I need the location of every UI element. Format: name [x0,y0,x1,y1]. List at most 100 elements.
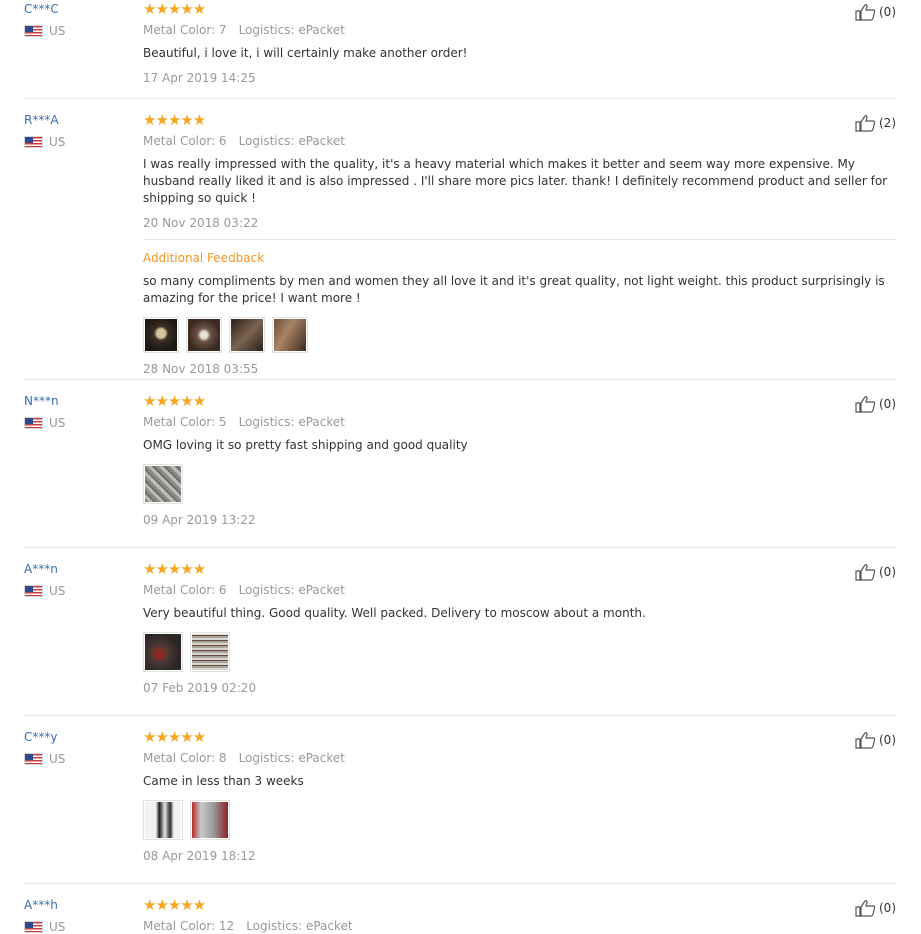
review-item: A***h US ★★★★★ Metal Color: 12 Logistics:… [24,883,896,934]
thumbs-up-icon [855,115,876,132]
star-rating: ★★★★★ [143,896,206,914]
helpful-button[interactable]: (0) [855,395,896,413]
country-label: US [49,584,66,598]
review-photo[interactable] [143,317,179,353]
review-body: ★★★★★ Metal Color: 6 Logistics: ePacket V… [143,561,896,696]
review-text: I was really impressed with the quality,… [143,157,888,205]
review-photo[interactable] [190,800,230,840]
reviewer-name[interactable]: A***n [24,561,134,577]
helpful-button[interactable]: (0) [855,731,896,749]
additional-feedback-title: Additional Feedback [143,251,265,265]
metal-color: Metal Color: 7 [143,23,227,37]
reviewer-info: N***n US [24,393,134,430]
reviewer-country: US [24,135,134,149]
star-rating: ★★★★★ [143,111,206,129]
logistics: Logistics: ePacket [246,919,353,933]
photo-thumbnails [143,800,896,840]
helpful-button[interactable]: (2) [855,114,896,132]
review-text: Beautiful, i love it, i will certainly m… [143,46,468,60]
country-label: US [49,24,66,38]
additional-feedback-date: 28 Nov 2018 03:55 [143,362,259,376]
thumbs-up-icon [855,900,876,917]
review-meta: Metal Color: 5 Logistics: ePacket [143,414,896,430]
reviewer-name[interactable]: C***C [24,1,134,17]
review-item: C***y US ★★★★★ Metal Color: 8 Logistics: … [24,715,896,884]
helpful-count: (0) [879,5,896,19]
country-label: US [49,416,66,430]
helpful-button[interactable]: (0) [855,3,896,21]
helpful-button[interactable]: (0) [855,563,896,581]
review-photo[interactable] [229,317,265,353]
reviewer-name[interactable]: A***h [24,897,134,913]
photo-thumbnails [143,632,896,672]
helpful-count: (0) [879,901,896,915]
reviewer-info: C***y US [24,729,134,766]
review-meta: Metal Color: 12 Logistics: ePacket [143,918,896,934]
review-body: ★★★★★ Metal Color: 8 Logistics: ePacket C… [143,729,896,864]
us-flag-icon [24,585,43,597]
metal-color: Metal Color: 6 [143,583,227,597]
photo-thumbnails [143,464,896,504]
logistics: Logistics: ePacket [238,415,345,429]
review-meta: Metal Color: 8 Logistics: ePacket [143,750,896,766]
metal-color: Metal Color: 8 [143,751,227,765]
reviewer-info: A***n US [24,561,134,598]
review-photo[interactable] [143,632,183,672]
country-label: US [49,920,66,934]
helpful-count: (0) [879,733,896,747]
review-text: OMG loving it so pretty fast shipping an… [143,438,468,452]
country-label: US [49,752,66,766]
reviewer-info: R***A US [24,112,134,149]
review-photo[interactable] [272,317,308,353]
reviewer-country: US [24,24,134,38]
additional-feedback: Additional Feedback so many compliments … [143,239,896,377]
review-meta: Metal Color: 6 Logistics: ePacket [143,133,896,149]
metal-color: Metal Color: 5 [143,415,227,429]
thumbs-up-icon [855,396,876,413]
us-flag-icon [24,417,43,429]
helpful-count: (0) [879,565,896,579]
review-body: ★★★★★ Metal Color: 7 Logistics: ePacket B… [143,1,896,86]
reviewer-name[interactable]: N***n [24,393,134,409]
country-label: US [49,135,66,149]
review-body: ★★★★★ Metal Color: 5 Logistics: ePacket O… [143,393,896,528]
review-text: Came in less than 3 weeks [143,774,304,788]
review-photo[interactable] [190,632,230,672]
reviewer-info: A***h US [24,897,134,934]
photo-thumbnails [143,317,896,353]
us-flag-icon [24,753,43,765]
us-flag-icon [24,25,43,37]
review-date: 20 Nov 2018 03:22 [143,216,259,230]
review-date: 09 Apr 2019 13:22 [143,513,256,527]
review-date: 17 Apr 2019 14:25 [143,71,256,85]
reviewer-country: US [24,584,134,598]
review-photo[interactable] [186,317,222,353]
review-text: Very beautiful thing. Good quality. Well… [143,606,646,620]
review-item: R***A US ★★★★★ Metal Color: 6 Logistics: … [24,98,896,380]
review-meta: Metal Color: 7 Logistics: ePacket [143,22,896,38]
thumbs-up-icon [855,564,876,581]
reviewer-country: US [24,920,134,934]
review-photo[interactable] [143,464,183,504]
logistics: Logistics: ePacket [238,23,345,37]
review-date: 08 Apr 2019 18:12 [143,849,256,863]
logistics: Logistics: ePacket [238,583,345,597]
helpful-count: (2) [879,116,896,130]
thumbs-up-icon [855,732,876,749]
review-photo[interactable] [143,800,183,840]
additional-feedback-text: so many compliments by men and women the… [143,274,885,305]
review-body: ★★★★★ Metal Color: 6 Logistics: ePacket I… [143,112,896,377]
review-body: ★★★★★ Metal Color: 12 Logistics: ePacket [143,897,896,934]
reviewer-country: US [24,752,134,766]
review-item: N***n US ★★★★★ Metal Color: 5 Logistics: … [24,379,896,548]
reviewer-name[interactable]: R***A [24,112,134,128]
helpful-button[interactable]: (0) [855,899,896,917]
us-flag-icon [24,136,43,148]
logistics: Logistics: ePacket [238,134,345,148]
reviewer-name[interactable]: C***y [24,729,134,745]
helpful-count: (0) [879,397,896,411]
star-rating: ★★★★★ [143,728,206,746]
reviewer-country: US [24,416,134,430]
review-item: C***C US ★★★★★ Metal Color: 7 Logistics: … [24,0,896,99]
star-rating: ★★★★★ [143,0,206,18]
